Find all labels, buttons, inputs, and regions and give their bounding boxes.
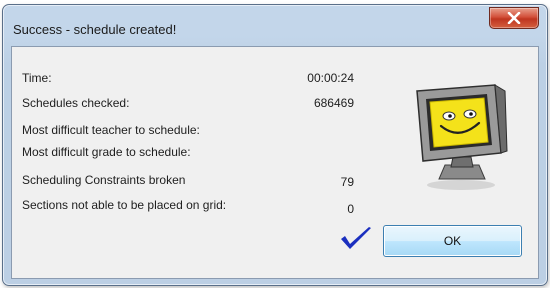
dialog-title: Success - schedule created! [13, 22, 177, 37]
dialog-window: Success - schedule created! Time: 00:00:… [2, 4, 548, 286]
difficult-grade-label: Most difficult grade to schedule: [22, 145, 191, 159]
difficult-teacher-label: Most difficult teacher to schedule: [22, 123, 200, 137]
constraints-broken-value: 79 [340, 175, 354, 189]
schedules-checked-value: 686469 [313, 96, 354, 110]
schedules-checked-label: Schedules checked: [22, 96, 130, 110]
close-button[interactable] [489, 7, 539, 29]
close-icon [507, 12, 521, 24]
checkmark-icon [341, 227, 371, 249]
time-value: 00:00:24 [307, 71, 354, 85]
sections-unplaced-value: 0 [347, 202, 354, 216]
smiling-monitor-icon [416, 84, 508, 190]
title-bar[interactable]: Success - schedule created! [3, 5, 547, 45]
sections-unplaced-label: Sections not able to be placed on grid: [22, 198, 227, 212]
constraints-broken-label: Scheduling Constraints broken [22, 173, 186, 187]
ok-button[interactable]: OK [383, 225, 522, 257]
dialog-content: Time: 00:00:24 Schedules checked: 686469… [11, 46, 539, 279]
time-label: Time: [22, 71, 52, 85]
